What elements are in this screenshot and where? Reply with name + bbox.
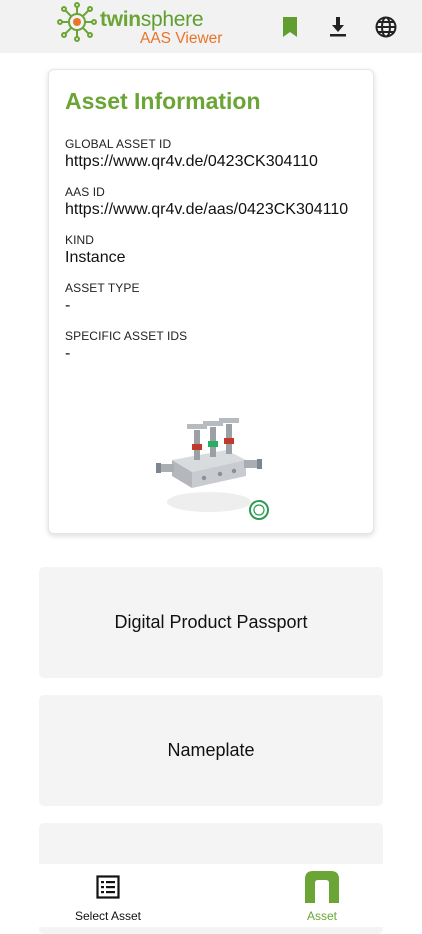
product-image (156, 418, 269, 520)
twinsphere-logo-icon (57, 2, 97, 42)
submodel-digital-product-passport[interactable]: Digital Product Passport (39, 567, 383, 678)
field-label-global-asset-id: GLOBAL ASSET ID (65, 137, 172, 151)
brand-sphere: sphere (140, 8, 204, 31)
field-value-aas-id: https://www.qr4v.de/aas/0423CK304110 (65, 201, 349, 218)
field-label-asset-type: ASSET TYPE (65, 281, 140, 295)
asset-information-card: Asset Information GLOBAL ASSET ID https:… (48, 69, 374, 534)
field-value-kind: Instance (65, 249, 126, 266)
download-icon (330, 17, 346, 37)
field-value-global-asset-id: https://www.qr4v.de/0423CK304110 (65, 153, 318, 170)
globe-icon (375, 16, 397, 38)
field-label-aas-id: AAS ID (65, 185, 105, 199)
field-label-kind: KIND (65, 233, 95, 247)
bookmark-button[interactable] (277, 14, 303, 40)
bottom-navigation: Select Asset Asset (0, 864, 422, 927)
submodel-nameplate[interactable]: Nameplate (39, 695, 383, 806)
bookmark-icon (283, 17, 297, 37)
nav-label-asset: Asset (306, 909, 337, 923)
list-icon (96, 875, 120, 899)
download-button[interactable] (325, 14, 351, 40)
nav-select-asset[interactable]: Select Asset (48, 864, 168, 927)
field-label-specific-asset-ids: SPECIFIC ASSET IDS (65, 329, 188, 343)
brand-name: twinsphere (100, 8, 204, 32)
brand-subtitle: AAS Viewer (140, 30, 223, 47)
asset-icon (305, 871, 339, 903)
brand-twin: twin (100, 8, 141, 31)
card-title: Asset Information (65, 88, 261, 114)
field-value-asset-type: - (65, 297, 71, 314)
nav-label-select-asset: Select Asset (74, 909, 142, 923)
field-value-specific-asset-ids: - (65, 345, 71, 362)
nav-asset[interactable]: Asset (262, 864, 382, 927)
language-button[interactable] (373, 14, 399, 40)
app-header: twinsphere AAS Viewer (0, 0, 422, 53)
